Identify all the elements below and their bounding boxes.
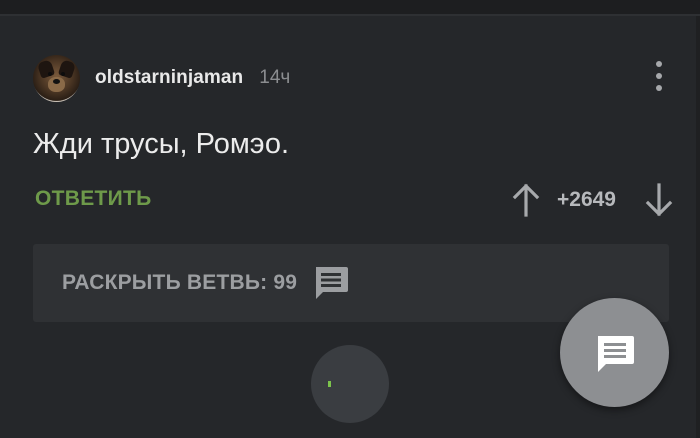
comment-author[interactable]: oldstarninjaman: [95, 67, 243, 89]
comment-icon: [597, 335, 634, 372]
more-vertical-icon[interactable]: [653, 61, 665, 91]
reply-button[interactable]: ОТВЕТИТЬ: [35, 187, 152, 211]
avatar[interactable]: [33, 54, 80, 102]
expand-branch-button[interactable]: РАСКРЫТЬ ВЕТВЬ: 99: [33, 244, 669, 322]
arrow-down-icon[interactable]: [645, 183, 673, 217]
divider: [0, 14, 700, 16]
comment-header: oldstarninjaman 14ч: [33, 54, 290, 102]
comment-time: 14ч: [259, 67, 291, 88]
comment-rating: +2649: [557, 188, 616, 211]
top-bar: [0, 0, 700, 14]
scrollbar-track[interactable]: [696, 16, 700, 438]
comment-icon: [316, 267, 349, 299]
expand-branch-label: РАСКРЫТЬ ВЕТВЬ: 99: [62, 271, 298, 294]
comment-text: Жди трусы, Ромэо.: [33, 128, 290, 160]
loading-spinner: [311, 345, 389, 423]
spinner-arc: [328, 381, 331, 387]
arrow-up-icon[interactable]: [512, 183, 540, 217]
add-comment-fab[interactable]: [560, 298, 669, 407]
